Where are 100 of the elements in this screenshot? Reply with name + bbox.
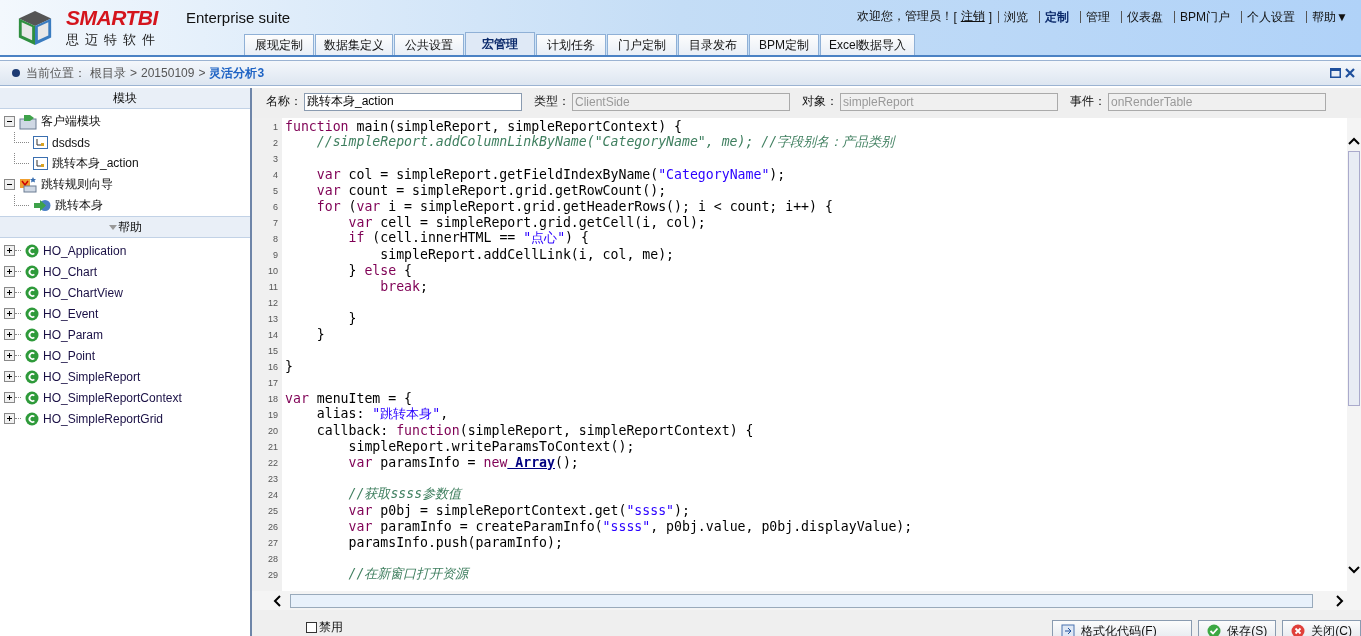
scroll-down-icon[interactable] [1348, 565, 1360, 575]
class-icon [25, 243, 39, 258]
expand-icon[interactable] [4, 413, 15, 424]
nav-link[interactable]: 帮助▼ [1306, 10, 1353, 23]
tree-item[interactable]: HO_Event [43, 306, 99, 321]
brand-subtitle: 思迈特软件 [66, 30, 161, 49]
code-line: //simpleReport.addColumnLinkByName("CategoryName", me); //字段别名：产品类别 [315, 134, 895, 151]
tab[interactable]: 目录发布 [678, 34, 748, 55]
tree-item[interactable]: 跳转本身 [55, 197, 103, 214]
tree-item[interactable]: HO_Chart [43, 264, 98, 279]
code-line: for (var i = simpleReport.grid.getHeaderRows(); i < count; i++) { [315, 198, 833, 214]
tab[interactable]: 公共设置 [394, 34, 464, 55]
tree-item[interactable]: HO_SimpleReportContext [43, 390, 182, 405]
caret-icon [108, 224, 117, 230]
code-line: alias: "跳转本身", [315, 405, 449, 423]
tree-item[interactable]: HO_SimpleReport [43, 369, 141, 384]
code-line: callback: function(simpleReport, simpleReportContext) { [315, 422, 754, 438]
code-line: } [284, 358, 293, 374]
nav-link[interactable]: 管理 [1080, 10, 1116, 23]
brand-logo: SMARTBI [66, 6, 160, 29]
tree-item[interactable]: 跳转本身_action [52, 155, 139, 172]
nav-link[interactable]: 定制 [1039, 10, 1075, 23]
nav-link[interactable]: BPM门户 [1174, 10, 1236, 23]
tab[interactable]: BPM定制 [749, 34, 819, 55]
breadcrumb-item[interactable]: 20150109 [141, 66, 195, 80]
tree-item[interactable]: HO_SimpleReportGrid [43, 411, 164, 426]
macro-icon [33, 157, 48, 170]
tab[interactable]: 展现定制 [244, 34, 314, 55]
text-field[interactable]: 跳转本身_action [304, 92, 522, 111]
expand-icon[interactable] [4, 371, 15, 382]
checkbox[interactable] [306, 622, 317, 633]
close-icon[interactable] [1345, 68, 1355, 78]
code-line: paramsInfo.push(paramInfo); [347, 534, 563, 550]
close-icon [1291, 624, 1306, 636]
tree-item[interactable]: HO_Param [43, 327, 104, 342]
code-line: break; [379, 278, 428, 294]
check-icon [1207, 624, 1222, 636]
expand-icon[interactable] [4, 350, 15, 361]
tab[interactable]: 宏管理 [465, 32, 535, 55]
field-label: 名称： [266, 93, 302, 110]
panel-title: 帮助 [117, 218, 142, 236]
scrollbar[interactable] [252, 591, 1361, 610]
tree-item[interactable]: 客户端模块 [41, 113, 101, 130]
expand-icon[interactable] [4, 392, 15, 403]
expand-icon[interactable] [4, 287, 15, 298]
scroll-right-icon[interactable] [1335, 594, 1345, 607]
scroll-left-icon[interactable] [272, 594, 282, 607]
breadcrumb-label: 当前位置： [26, 64, 86, 82]
panel-title: 模块 [113, 89, 137, 107]
code-line: //在新窗口打开资源 [347, 565, 469, 583]
wizard-icon [19, 176, 37, 193]
tree-item[interactable]: HO_Point [43, 348, 96, 363]
field-label: 事件： [1070, 93, 1106, 110]
tab[interactable]: 计划任务 [536, 34, 606, 55]
breadcrumb-separator: > [198, 66, 206, 80]
breadcrumb-current: 灵活分析3 [209, 64, 265, 82]
tab[interactable]: 数据集定义 [315, 34, 393, 55]
tree-item[interactable]: dsdsds [52, 135, 91, 150]
code-line: var menuItem = { [284, 390, 413, 406]
folder-icon [19, 113, 37, 130]
tab[interactable]: 门户定制 [607, 34, 677, 55]
scroll-up-icon[interactable] [1348, 136, 1360, 146]
nav-link[interactable]: 仪表盘 [1121, 10, 1169, 23]
collapse-icon[interactable] [4, 116, 15, 127]
checkbox-label: 禁用 [319, 619, 343, 636]
code-line: var count = simpleReport.grid.getRowCount(); [315, 182, 667, 198]
code-line: //获取ssss参数值 [347, 485, 462, 503]
scrollbar[interactable] [1347, 118, 1361, 591]
expand-icon[interactable] [4, 329, 15, 340]
expand-icon[interactable] [4, 308, 15, 319]
code-line: var paramsInfo = new Array(); [347, 454, 579, 470]
logout-link[interactable]: 注销 [960, 8, 985, 25]
expand-icon[interactable] [4, 245, 15, 256]
breadcrumb-separator: > [130, 66, 137, 80]
tree-item[interactable]: HO_ChartView [43, 285, 123, 300]
greeting: 欢迎您，管理员！ [857, 8, 954, 25]
code-line: simpleReport.addCellLink(i, col, me); [379, 246, 675, 262]
tree-item[interactable]: 跳转规则向导 [41, 176, 113, 193]
tree-item[interactable]: HO_Application [43, 243, 127, 258]
class-icon [25, 411, 39, 426]
collapse-icon[interactable] [4, 179, 15, 190]
nav-link[interactable]: 个人设置 [1241, 10, 1301, 23]
expand-icon[interactable] [4, 266, 15, 277]
nav-link[interactable]: 浏览 [998, 10, 1034, 23]
class-icon [25, 285, 39, 300]
code-line: function main(simpleReport, simpleReportContext) { [284, 118, 682, 134]
breadcrumb-item[interactable]: 根目录 [90, 64, 126, 82]
code-editor[interactable] [252, 118, 1361, 610]
field-label: 对象： [802, 93, 838, 110]
tab[interactable]: Excel数据导入 [820, 34, 916, 55]
code-line: } [347, 310, 357, 326]
class-icon [25, 306, 39, 321]
bullet-icon [12, 69, 20, 77]
code-line: var p0bj = simpleReportContext.get("ssss"); [347, 502, 690, 518]
product-name: Enterprise suite [186, 9, 291, 26]
maximize-icon[interactable] [1330, 68, 1341, 78]
class-icon [25, 369, 39, 384]
arrow-icon [33, 199, 51, 212]
macro-icon [33, 136, 48, 149]
format-icon [1061, 624, 1076, 636]
